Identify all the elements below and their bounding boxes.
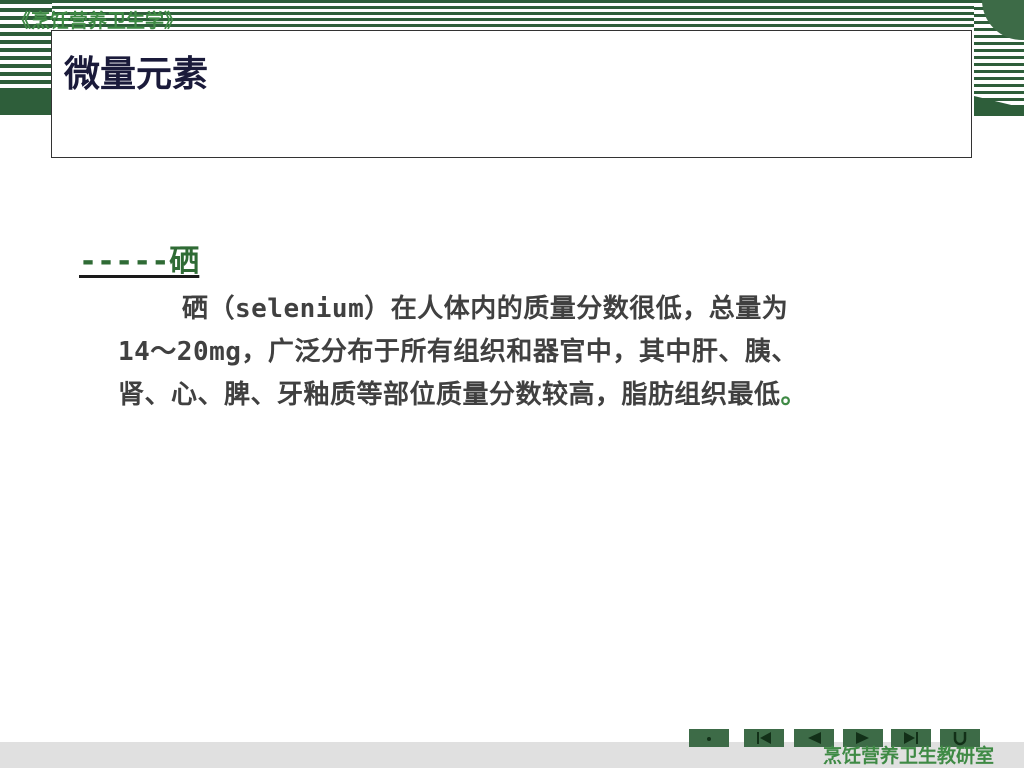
title-box: 微量元素 — [51, 30, 972, 158]
slide-title: 微量元素 — [64, 54, 209, 95]
first-slide-icon — [755, 731, 773, 745]
paragraph-line-text: 14～20mg，广泛分布于所有组织和器官中，其中肝、胰、 — [118, 337, 798, 367]
paragraph-line: 14～20mg，广泛分布于所有组织和器官中，其中肝、胰、 — [118, 331, 1008, 374]
course-label: 《烹饪营养卫生学》 — [12, 10, 184, 32]
left-block-decoration — [0, 88, 52, 115]
home-icon — [704, 733, 714, 743]
body-paragraph: 硒（selenium）在人体内的质量分数很低，总量为 14～20mg，广泛分布于… — [118, 288, 1008, 417]
slide: 《烹饪营养卫生学》 微量元素 -----硒 硒（selenium）在人体内的质量… — [0, 0, 1024, 768]
paragraph-line: 硒（selenium）在人体内的质量分数很低，总量为 — [118, 288, 1008, 331]
home-button[interactable] — [689, 729, 729, 747]
first-slide-button[interactable] — [744, 729, 784, 747]
previous-slide-icon — [805, 731, 823, 745]
paragraph-line-text: 肾、心、脾、牙釉质等部位质量分数较高，脂肪组织最低 — [118, 380, 781, 410]
paragraph-line-text: 硒（selenium）在人体内的质量分数很低，总量为 — [182, 294, 789, 324]
final-period: 。 — [780, 380, 808, 410]
paragraph-line: 肾、心、脾、牙釉质等部位质量分数较高，脂肪组织最低。 — [118, 374, 1008, 417]
section-heading: -----硒 — [79, 244, 200, 279]
footer-department: 烹饪营养卫生教研室 — [823, 745, 995, 767]
